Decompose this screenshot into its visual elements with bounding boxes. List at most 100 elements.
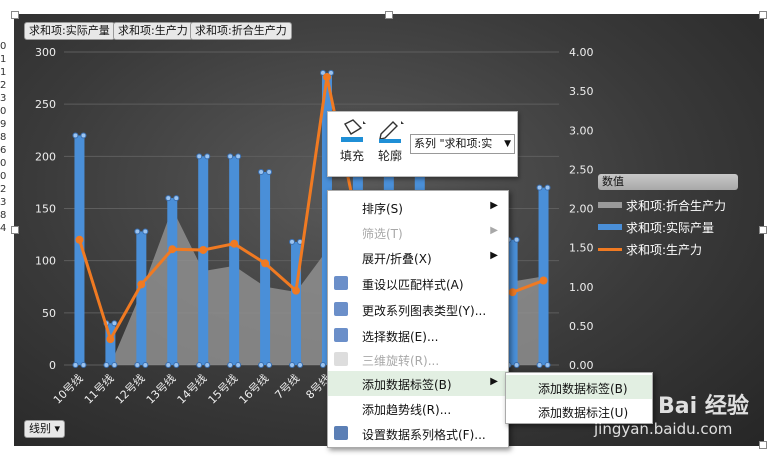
bar-selection-handle	[80, 362, 87, 368]
bar-selection-handle	[72, 132, 79, 139]
row-number: 0	[0, 158, 7, 169]
bar-selection-handle	[173, 362, 180, 368]
context-menu-label: 添加趋势线(R)...	[362, 403, 452, 417]
x-tick-label: 11号线	[81, 371, 116, 406]
bar-selection-handle	[196, 362, 203, 368]
bar-selection-handle	[165, 362, 172, 368]
resize-handle-tl[interactable]	[11, 11, 19, 19]
field-button-productivity[interactable]: 求和项:生产力	[113, 22, 193, 40]
bar-selection-handle	[266, 168, 273, 175]
field-button-converted-productivity[interactable]: 求和项:折合生产力	[190, 22, 292, 40]
bar-selection-handle	[235, 362, 242, 368]
series-select[interactable]: 系列 "求和项:实 ▼	[410, 134, 515, 154]
bar-selection-handle	[513, 236, 520, 243]
context-menu-item[interactable]: 设置数据系列格式(F)...	[328, 421, 508, 446]
line-field-button[interactable]: 线别 ▾	[24, 420, 66, 438]
y-right-tick-label: 3.50	[569, 85, 594, 98]
submenu-item[interactable]: 添加数据标签(B)	[506, 375, 652, 399]
context-menu-label: 设置数据系列格式(F)...	[362, 428, 486, 442]
context-menu-item[interactable]: 展开/折叠(X) ▶	[328, 245, 508, 270]
row-number: 0	[0, 41, 7, 52]
resize-handle-tr[interactable]	[759, 11, 767, 19]
series-select-value: 系列 "求和项:实	[414, 137, 493, 150]
context-menu-label: 选择数据(E)...	[362, 330, 439, 344]
y-right-tick-label: 1.50	[569, 242, 594, 255]
context-menu-item[interactable]: 添加数据标签(B) ▶	[328, 371, 508, 396]
watermark-logo: Bai 经验	[658, 394, 749, 419]
resize-handle-br[interactable]	[759, 441, 767, 449]
x-tick-label: 10号线	[50, 371, 85, 406]
legend-title: 数值	[598, 174, 738, 190]
row-number: 1	[0, 54, 7, 65]
bar-selection-handle	[289, 238, 296, 245]
legend-label: 求和项:生产力	[626, 242, 703, 257]
legend-swatch-orange	[598, 247, 622, 251]
legend-item-productivity[interactable]: 求和项:生产力	[598, 238, 738, 260]
bar-selection-handle	[142, 362, 149, 368]
x-tick-label: 14号线	[174, 371, 209, 406]
bar-selection-handle	[134, 228, 141, 235]
context-menu-item: 三维旋转(R)...	[328, 347, 508, 372]
line-point-productivity	[75, 235, 84, 244]
row-number: 2	[0, 184, 7, 195]
legend-swatch-blue	[598, 224, 622, 230]
context-menu-item[interactable]: 排序(S) ▶	[328, 195, 508, 220]
line-point-productivity	[230, 239, 239, 248]
submenu-arrow-icon: ▶	[490, 200, 498, 211]
legend-label: 求和项:折合生产力	[626, 198, 727, 213]
bar-selection-handle	[536, 184, 543, 191]
row-number: 8	[0, 210, 7, 221]
submenu-label: 添加数据标签(B)	[538, 382, 628, 396]
mini-format-toolbar: 填充 轮廓 系列 "求和项:实 ▼	[327, 111, 518, 177]
bar-actual-output	[507, 239, 518, 365]
select-data-icon	[334, 328, 348, 342]
context-menu-item[interactable]: 重设以匹配样式(A)	[328, 271, 508, 296]
bar-selection-handle	[111, 320, 118, 327]
bar-selection-handle	[80, 132, 87, 139]
bar-selection-handle	[165, 195, 172, 202]
format-series-icon	[334, 426, 348, 440]
watermark-url: jingyan.baidu.com	[594, 420, 733, 438]
bar-selection-handle	[134, 362, 141, 368]
bar-selection-handle	[319, 362, 326, 368]
rotate-3d-icon	[334, 352, 348, 366]
context-menu-label: 排序(S)	[362, 202, 403, 216]
y-left-tick-label: 150	[35, 203, 56, 216]
field-button-actual-output[interactable]: 求和项:实际产量	[24, 22, 115, 40]
bar-selection-handle	[173, 195, 180, 202]
row-number: 0	[0, 106, 7, 117]
legend-item-actual[interactable]: 求和项:实际产量	[598, 216, 738, 238]
legend-item-converted[interactable]: 求和项:折合生产力	[598, 194, 738, 216]
fill-label: 填充	[339, 149, 364, 163]
fill-button[interactable]: 填充	[334, 118, 370, 170]
resize-handle-right[interactable]	[759, 226, 767, 234]
context-menu-item[interactable]: 选择数据(E)...	[328, 323, 508, 348]
outline-button[interactable]: 轮廓	[372, 118, 408, 170]
context-menu-item[interactable]: 添加趋势线(R)...	[328, 396, 508, 421]
bar-selection-handle	[544, 184, 551, 191]
bar-selection-handle	[227, 362, 234, 368]
submenu-arrow-icon: ▶	[490, 376, 498, 387]
context-menu: 排序(S) ▶ 筛选(T) ▶ 展开/折叠(X) ▶ 重设以匹配样式(A) 更改系列图表类型(…	[327, 190, 509, 448]
bar-selection-handle	[235, 153, 242, 160]
line-point-productivity	[539, 276, 548, 285]
bar-selection-handle	[72, 362, 79, 368]
y-right-tick-label: 2.50	[569, 163, 594, 176]
resize-handle-left[interactable]	[11, 226, 19, 234]
bar-selection-handle	[111, 362, 118, 368]
paint-bucket-icon	[341, 119, 366, 142]
row-number: 2	[0, 80, 7, 91]
context-menu-label: 添加数据标签(B)	[362, 378, 452, 392]
context-menu-label: 筛选(T)	[362, 227, 403, 241]
y-left-tick-label: 100	[35, 255, 56, 268]
line-point-productivity	[508, 288, 517, 297]
y-left-tick-label: 250	[35, 98, 56, 111]
context-menu-item[interactable]: 更改系列图表类型(Y)...	[328, 297, 508, 322]
x-tick-label: 13号线	[143, 371, 178, 406]
chart-legend[interactable]: 数值 求和项:折合生产力 求和项:实际产量 求和项:生产力	[598, 174, 738, 260]
context-menu-label: 更改系列图表类型(Y)...	[362, 304, 487, 318]
line-point-productivity	[322, 73, 331, 82]
resize-handle-top[interactable]	[385, 11, 393, 19]
context-menu-label: 三维旋转(R)...	[362, 354, 440, 368]
bar-selection-handle	[258, 168, 265, 175]
